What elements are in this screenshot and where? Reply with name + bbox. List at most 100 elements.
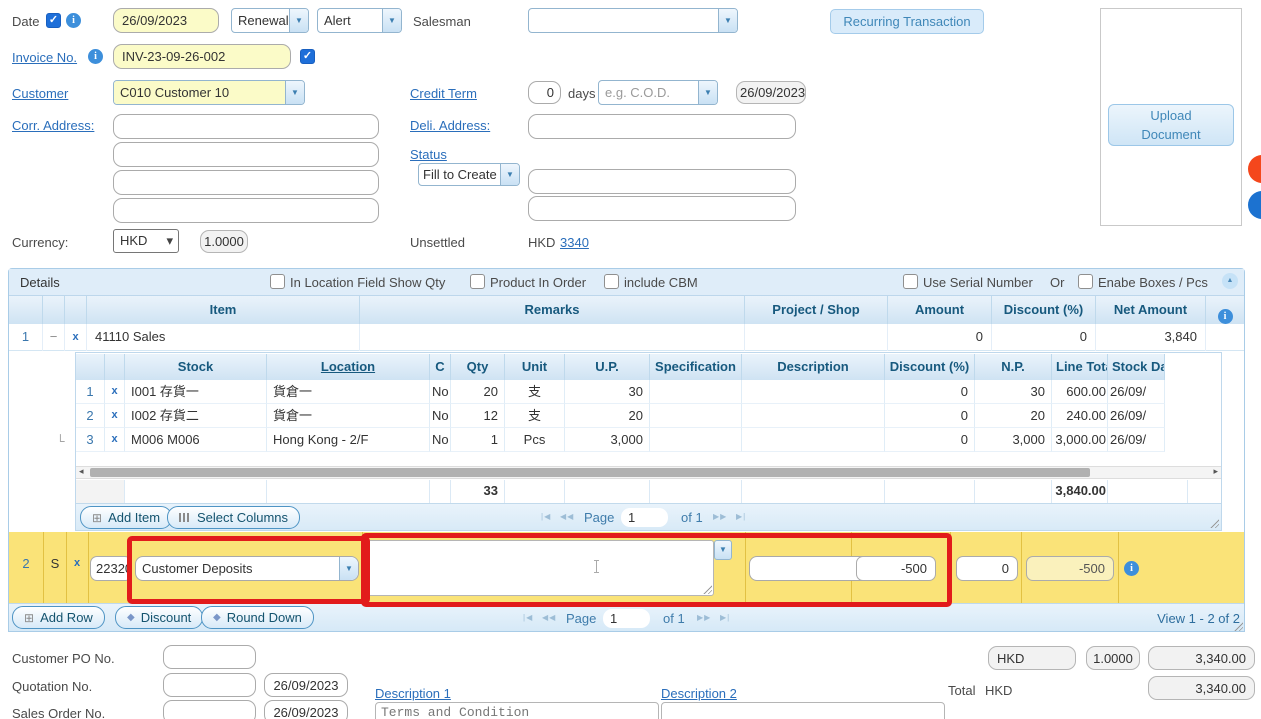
main-pager-next-icon[interactable]: ▶▶ — [697, 613, 711, 622]
customer-select[interactable]: C010 Customer 10 ▼ — [113, 80, 305, 105]
credit-term-select[interactable]: e.g. C.O.D. ▼ — [598, 80, 718, 105]
subrow3-discount[interactable]: 0 — [885, 428, 975, 452]
info-icon[interactable]: i — [1218, 309, 1233, 324]
row1-item[interactable]: 41110 Sales — [87, 324, 360, 351]
main-pager-prev-icon[interactable]: ◀◀ — [542, 613, 556, 622]
subrow1-unit[interactable]: 支 — [505, 380, 565, 404]
discount-button[interactable]: ◆ Discount — [115, 606, 203, 629]
sub-pager-first-icon[interactable]: |◀ — [541, 512, 551, 521]
invoice-auto-checkbox[interactable]: ✓ — [300, 49, 315, 64]
sub-header-qty[interactable]: Qty — [451, 354, 505, 380]
date-info-icon[interactable]: i — [66, 13, 81, 28]
corr-address-line1[interactable] — [113, 114, 379, 139]
subrow1-specification[interactable] — [650, 380, 742, 404]
row2-amount-input[interactable]: -500 — [856, 556, 936, 581]
subrow3-c[interactable]: No — [430, 428, 451, 452]
description1-label[interactable]: Description 1 — [375, 686, 451, 701]
credit-term-label[interactable]: Credit Term — [410, 86, 477, 101]
subrow2-delete-icon[interactable]: x — [105, 404, 125, 428]
subrow3-delete-icon[interactable]: x — [105, 428, 125, 452]
subrow3-stock[interactable]: M006 M006 — [125, 428, 267, 452]
floating-blue-button[interactable] — [1248, 191, 1261, 219]
sub-header-unit[interactable]: Unit — [505, 354, 565, 380]
deli-address-line3[interactable] — [528, 196, 796, 221]
sub-header-stock-date[interactable]: Stock Da — [1108, 354, 1165, 380]
date-input[interactable]: 26/09/2023 — [113, 8, 219, 33]
salesman-select[interactable]: ▼ — [528, 8, 738, 33]
floating-red-button[interactable] — [1248, 155, 1261, 183]
row1-project[interactable] — [745, 324, 888, 351]
main-header-remarks[interactable]: Remarks — [360, 296, 745, 324]
row2-account-select[interactable]: Customer Deposits ▼ — [135, 556, 359, 581]
description1-textarea[interactable] — [375, 702, 659, 719]
corr-address-label[interactable]: Corr. Address: — [12, 118, 94, 133]
subrow1-stock-date[interactable]: 26/09/ — [1108, 380, 1165, 404]
subrow2-line-total[interactable]: 240.00 — [1052, 404, 1108, 428]
subrow1-line-total[interactable]: 600.00 — [1052, 380, 1108, 404]
subrow1-discount[interactable]: 0 — [885, 380, 975, 404]
corr-address-line4[interactable] — [113, 198, 379, 223]
include-cbm-checkbox[interactable] — [604, 274, 619, 289]
sub-header-line-total[interactable]: Line Tota — [1052, 354, 1108, 380]
row2-remarks-textarea[interactable] — [366, 540, 714, 596]
sub-pager-prev-icon[interactable]: ◀◀ — [560, 512, 574, 521]
invoice-info-icon[interactable]: i — [88, 49, 103, 64]
recurring-transaction-button[interactable]: Recurring Transaction — [830, 9, 984, 34]
status-select[interactable]: Fill to Create ▼ — [418, 163, 520, 186]
subgrid-hscrollbar[interactable]: ◂ ▸ — [76, 466, 1221, 479]
sub-header-np[interactable]: N.P. — [975, 354, 1052, 380]
sub-pager-next-icon[interactable]: ▶▶ — [713, 512, 727, 521]
row1-discount[interactable]: 0 — [992, 324, 1096, 351]
subrow1-np[interactable]: 30 — [975, 380, 1052, 404]
row1-collapse-icon[interactable]: − — [43, 324, 65, 351]
subrow3-description[interactable] — [742, 428, 885, 452]
currency-select[interactable]: HKD ▾ — [113, 229, 179, 253]
customer-label[interactable]: Customer — [12, 86, 68, 101]
main-pager-page-input[interactable]: 1 — [603, 609, 650, 628]
deli-address-label[interactable]: Deli. Address: — [410, 118, 490, 133]
subrow1-c[interactable]: No — [430, 380, 451, 404]
alert-select[interactable]: Alert ▼ — [317, 8, 402, 33]
subrow3-specification[interactable] — [650, 428, 742, 452]
sub-pager-last-icon[interactable]: ▶| — [736, 512, 746, 521]
sub-header-up[interactable]: U.P. — [565, 354, 650, 380]
credit-term-date[interactable]: 26/09/2023 — [736, 81, 806, 104]
subrow1-description[interactable] — [742, 380, 885, 404]
sub-header-location[interactable]: Location — [267, 354, 430, 380]
row2-remarks-dropdown-icon[interactable]: ▼ — [714, 540, 732, 560]
unsettled-amount-link[interactable]: 3340 — [560, 235, 589, 250]
date-checkbox[interactable]: ✓ — [46, 13, 61, 28]
subrow3-stock-date[interactable]: 26/09/ — [1108, 428, 1165, 452]
subrow2-np[interactable]: 20 — [975, 404, 1052, 428]
deli-address-line2[interactable] — [528, 169, 796, 194]
collapse-panel-icon[interactable]: ▲ — [1222, 273, 1238, 289]
add-row-button[interactable]: ⊞ Add Row — [12, 606, 105, 629]
subrow2-stock-date[interactable]: 26/09/ — [1108, 404, 1165, 428]
subrow3-location[interactable]: Hong Kong - 2/F — [267, 428, 430, 452]
main-pager-first-icon[interactable]: |◀ — [523, 613, 533, 622]
subrow2-location[interactable]: 貨倉一 — [267, 404, 430, 428]
subrow1-up[interactable]: 30 — [565, 380, 650, 404]
subrow2-c[interactable]: No — [430, 404, 451, 428]
row1-delete-icon[interactable]: x — [65, 324, 87, 351]
subrow1-delete-icon[interactable]: x — [105, 380, 125, 404]
sub-header-discount[interactable]: Discount (%) — [885, 354, 975, 380]
invoice-no-input[interactable]: INV-23-09-26-002 — [113, 44, 291, 69]
row1-amount[interactable]: 0 — [888, 324, 992, 351]
renewal-select[interactable]: Renewal ▼ — [231, 8, 309, 33]
customer-po-input[interactable] — [163, 645, 256, 669]
sub-header-specification[interactable]: Specification — [650, 354, 742, 380]
round-down-button[interactable]: ◆ Round Down — [201, 606, 314, 629]
subrow3-up[interactable]: 3,000 — [565, 428, 650, 452]
subrow2-specification[interactable] — [650, 404, 742, 428]
sub-pager-page-input[interactable]: 1 — [621, 508, 668, 527]
corr-address-line2[interactable] — [113, 142, 379, 167]
sales-order-input[interactable] — [163, 700, 256, 719]
boxes-pcs-checkbox[interactable] — [1078, 274, 1093, 289]
sub-header-c[interactable]: C — [430, 354, 451, 380]
subrow3-line-total[interactable]: 3,000.00 — [1052, 428, 1108, 452]
select-columns-button[interactable]: Select Columns — [167, 506, 300, 529]
subrow3-qty[interactable]: 1 — [451, 428, 505, 452]
main-header-project[interactable]: Project / Shop — [745, 296, 888, 324]
upload-document-button[interactable]: Upload Document — [1108, 104, 1234, 146]
